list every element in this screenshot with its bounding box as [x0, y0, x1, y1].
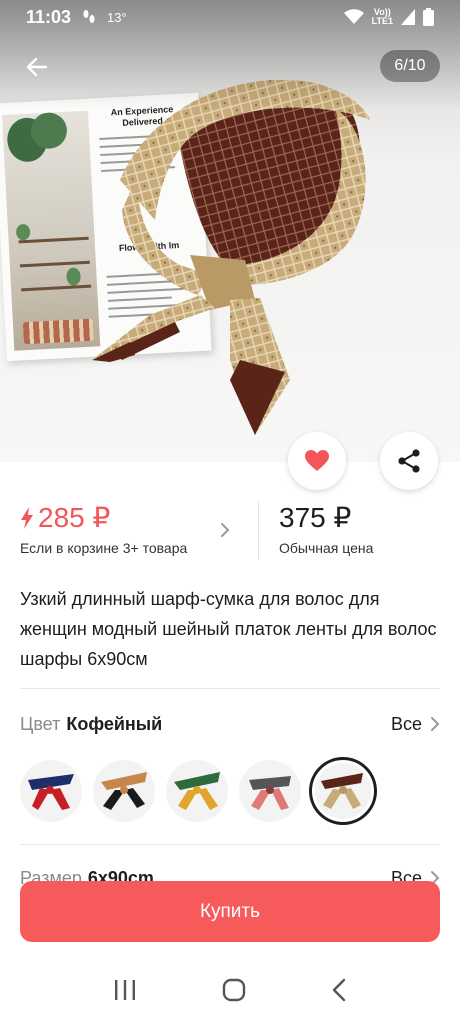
- status-time: 11:03: [26, 6, 72, 27]
- color-option-value: Кофейный: [66, 713, 163, 734]
- step-counter-icon: [83, 10, 95, 23]
- home-button[interactable]: [222, 978, 246, 1007]
- price-block: 285 ₽ Если в корзине 3+ товара 375 ₽ Обы…: [20, 498, 440, 562]
- gallery-counter: 6/10: [380, 50, 440, 82]
- lightning-icon: [21, 507, 33, 529]
- divider: [20, 844, 440, 845]
- recent-apps-icon: [114, 979, 135, 1000]
- color-swatches: [20, 760, 374, 822]
- color-option-label: Цвет: [20, 713, 61, 734]
- color-swatch-red[interactable]: [20, 760, 82, 822]
- bulk-price[interactable]: 285 ₽ Если в корзине 3+ товара: [20, 498, 240, 562]
- color-swatch-black[interactable]: [93, 760, 155, 822]
- network-indicator: Vo)) LTE1: [371, 7, 393, 26]
- regular-price: 375 ₽ Обычная цена: [279, 498, 373, 556]
- color-swatch-pink[interactable]: [239, 760, 301, 822]
- home-icon: [222, 978, 246, 1001]
- favorite-button[interactable]: [288, 432, 346, 490]
- divider: [20, 688, 440, 689]
- scarf-image: [92, 79, 370, 435]
- chevron-right-icon: [221, 523, 230, 537]
- back-nav-icon: [333, 978, 346, 1001]
- color-option-row[interactable]: Цвет Кофейный Все: [20, 709, 440, 739]
- share-icon: [398, 449, 420, 473]
- product-title: Узкий длинный шарф-сумка для волос для ж…: [20, 589, 437, 669]
- status-bar: 11:03 13° Vo)) LTE1: [0, 0, 460, 34]
- bulk-price-condition: Если в корзине 3+ товара: [20, 540, 188, 556]
- product-screen: An Experience Delivered Flowe With Im: [0, 0, 460, 1024]
- recent-apps-button[interactable]: [113, 979, 137, 1006]
- back-arrow-icon: [26, 57, 48, 77]
- color-see-all[interactable]: Все: [391, 714, 440, 735]
- chevron-right-icon: [431, 717, 440, 731]
- price-divider: [258, 502, 259, 560]
- battery-icon: [423, 8, 434, 26]
- signal-icon: [401, 9, 415, 25]
- regular-price-value: 375 ₽: [279, 502, 352, 533]
- system-back-button[interactable]: [331, 978, 347, 1007]
- bulk-price-value: 285 ₽: [38, 502, 111, 533]
- buy-button[interactable]: Купить: [20, 881, 440, 942]
- share-button[interactable]: [380, 432, 438, 490]
- wifi-icon: [343, 9, 364, 24]
- status-temperature: 13°: [107, 9, 127, 25]
- regular-price-label: Обычная цена: [279, 540, 374, 556]
- back-button[interactable]: [20, 50, 54, 84]
- system-navigation-bar: [0, 960, 460, 1024]
- color-swatch-green[interactable]: [166, 760, 228, 822]
- color-swatch-coffee[interactable]: [312, 760, 374, 822]
- heart-icon: [305, 450, 329, 471]
